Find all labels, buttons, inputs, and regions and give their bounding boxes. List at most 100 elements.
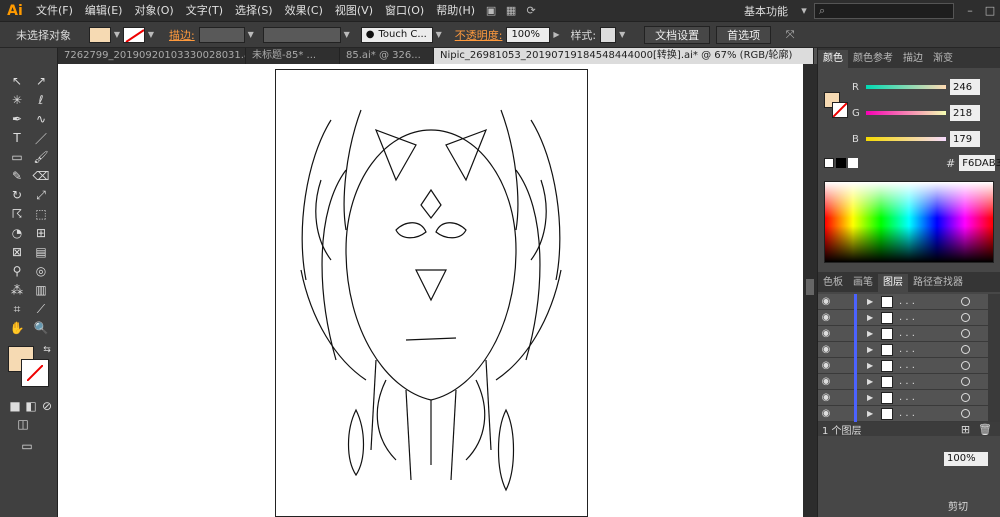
menu-effect[interactable]: 效果(C) [279, 0, 329, 22]
eye-icon[interactable]: ◉ [818, 376, 834, 387]
eye-icon[interactable]: ◉ [818, 408, 834, 419]
slice-icon[interactable]: ⟋ [32, 301, 50, 317]
menu-type[interactable]: 文字(T) [180, 0, 229, 22]
chevron-down-icon[interactable]: ▼ [145, 27, 157, 43]
menu-object[interactable]: 对象(O) [128, 0, 179, 22]
chevron-down-icon[interactable]: ▼ [341, 27, 353, 43]
pen-tool-icon[interactable]: ✒ [8, 111, 26, 127]
warp-icon[interactable]: ☈ [8, 206, 26, 222]
target-icon[interactable] [961, 329, 970, 338]
layer-row[interactable]: ◉ ▶ . . . [818, 309, 988, 326]
perspective-grid-icon[interactable]: ⊞ [32, 225, 50, 241]
layer-row[interactable]: ◉ ▶ . . . [818, 389, 988, 406]
hand-tool-icon[interactable]: ✋ [8, 320, 26, 336]
tab-gradient[interactable]: 渐变 [928, 50, 958, 68]
swap-colors-icon[interactable]: ⇆ [38, 342, 56, 358]
target-icon[interactable] [961, 393, 970, 402]
r-value-input[interactable]: 246 [950, 79, 980, 95]
gradient-icon[interactable]: ▤ [32, 244, 50, 260]
expand-icon[interactable]: ▶ [867, 361, 877, 370]
clip-label[interactable]: 剪切 [948, 498, 968, 513]
canvas-scrollbar[interactable] [803, 64, 817, 517]
rectangle-tool-icon[interactable]: ▭ [8, 149, 26, 165]
tab-doc-1[interactable]: 7262799_20190920103330028031.ai* × [58, 48, 246, 64]
layer-row[interactable]: ◉ ▶ . . . [818, 373, 988, 390]
target-icon[interactable] [961, 297, 970, 306]
layer-row[interactable]: ◉ ▶ . . . [818, 405, 988, 422]
color-spectrum[interactable] [824, 181, 994, 263]
column-graph-icon[interactable]: ▥ [32, 282, 50, 298]
doc-settings-button[interactable]: 文档设置 [644, 25, 711, 44]
tab-doc-active[interactable]: Nipic_26981053_20190719184548444000[转换].… [434, 48, 814, 64]
tab-brushes[interactable]: 画笔 [848, 274, 878, 292]
pencil-icon[interactable]: ✎ [8, 168, 26, 184]
blue-slider[interactable] [866, 137, 946, 141]
expand-icon[interactable]: ▶ [867, 313, 877, 322]
maximize-icon[interactable]: □ [980, 3, 1000, 19]
eyedropper-icon[interactable]: ⚲ [8, 263, 26, 279]
opacity-input[interactable]: 100% [506, 26, 551, 43]
eye-icon[interactable]: ◉ [818, 344, 834, 355]
eye-icon[interactable]: ◉ [818, 392, 834, 403]
direct-selection-tool-icon[interactable]: ↗ [32, 73, 50, 89]
workspace-switcher[interactable]: 基本功能 [744, 3, 788, 19]
layer-row[interactable]: ◉ ▶ . . . [818, 357, 988, 374]
stroke-weight-input[interactable] [198, 26, 245, 43]
tab-color-guide[interactable]: 颜色参考 [848, 50, 898, 68]
zoom-tool-icon[interactable]: 🔍 [32, 320, 50, 336]
stroke-label[interactable]: 描边: [165, 27, 199, 43]
free-transform-icon[interactable]: ⬚ [32, 206, 50, 222]
delete-layer-icon[interactable]: 🗑 [978, 423, 992, 436]
tab-layers[interactable]: 图层 [878, 274, 908, 292]
line-tool-icon[interactable]: ／ [32, 130, 50, 146]
brush-font-select[interactable]: ● Touch C... [360, 26, 433, 43]
chevron-down-icon[interactable]: ▼ [245, 27, 257, 43]
tab-swatches[interactable]: 色板 [818, 274, 848, 292]
magic-wand-icon[interactable]: ✳ [8, 92, 26, 108]
type-tool-icon[interactable]: T [8, 130, 26, 146]
arrange-options-icon[interactable]: ⤧ [780, 27, 800, 43]
search-input[interactable]: ⌕ [814, 2, 954, 19]
opacity-label[interactable]: 不透明度: [451, 27, 507, 43]
layer-row[interactable]: ◉ ▶ . . . [818, 325, 988, 342]
symbol-sprayer-icon[interactable]: ⁂ [8, 282, 26, 298]
hex-input[interactable]: F6DAB3 [959, 155, 1000, 171]
style-swatch[interactable] [600, 26, 617, 43]
lasso-icon[interactable]: ℓ [32, 92, 50, 108]
canvas-area[interactable] [58, 64, 803, 517]
eraser-icon[interactable]: ⌫ [32, 168, 50, 184]
green-slider[interactable] [866, 111, 946, 115]
none-color-icon[interactable] [824, 158, 834, 168]
layer-row[interactable]: ◉ ▶ . . . [818, 293, 988, 310]
stroke-color-swatch[interactable] [21, 359, 49, 387]
chevron-right-icon[interactable]: ▶ [550, 27, 562, 43]
menu-view[interactable]: 视图(V) [329, 0, 379, 22]
menu-help[interactable]: 帮助(H) [430, 0, 481, 22]
sync-icon[interactable]: ⟳ [521, 3, 541, 19]
new-layer-icon[interactable]: ⊞ [961, 423, 970, 436]
bridge-icon[interactable]: ▣ [481, 3, 501, 19]
black-color-icon[interactable] [836, 158, 846, 168]
expand-icon[interactable]: ▶ [867, 345, 877, 354]
stroke-swatch[interactable] [123, 26, 145, 43]
screen-mode-icon[interactable]: ▭ [18, 438, 36, 454]
g-value-input[interactable]: 218 [950, 105, 980, 121]
tab-stroke[interactable]: 描边 [898, 50, 928, 68]
target-icon[interactable] [961, 361, 970, 370]
arrange-icon[interactable]: ▦ [501, 3, 521, 19]
chevron-down-icon[interactable]: ▼ [433, 27, 445, 43]
preferences-button[interactable]: 首选项 [716, 25, 772, 44]
menu-window[interactable]: 窗口(O) [379, 0, 430, 22]
tab-color[interactable]: 颜色 [818, 50, 848, 68]
eye-icon[interactable]: ◉ [818, 296, 834, 307]
eye-icon[interactable]: ◉ [818, 360, 834, 371]
none-mode-icon[interactable]: ⊘ [38, 398, 56, 414]
expand-icon[interactable]: ▶ [867, 409, 877, 418]
expand-icon[interactable]: ▶ [867, 329, 877, 338]
variable-width-input[interactable] [262, 26, 341, 43]
panel-stroke-swatch[interactable] [832, 102, 848, 118]
target-icon[interactable] [961, 313, 970, 322]
b-value-input[interactable]: 179 [950, 131, 980, 147]
eye-icon[interactable]: ◉ [818, 328, 834, 339]
chevron-down-icon[interactable]: ▼ [616, 27, 628, 43]
